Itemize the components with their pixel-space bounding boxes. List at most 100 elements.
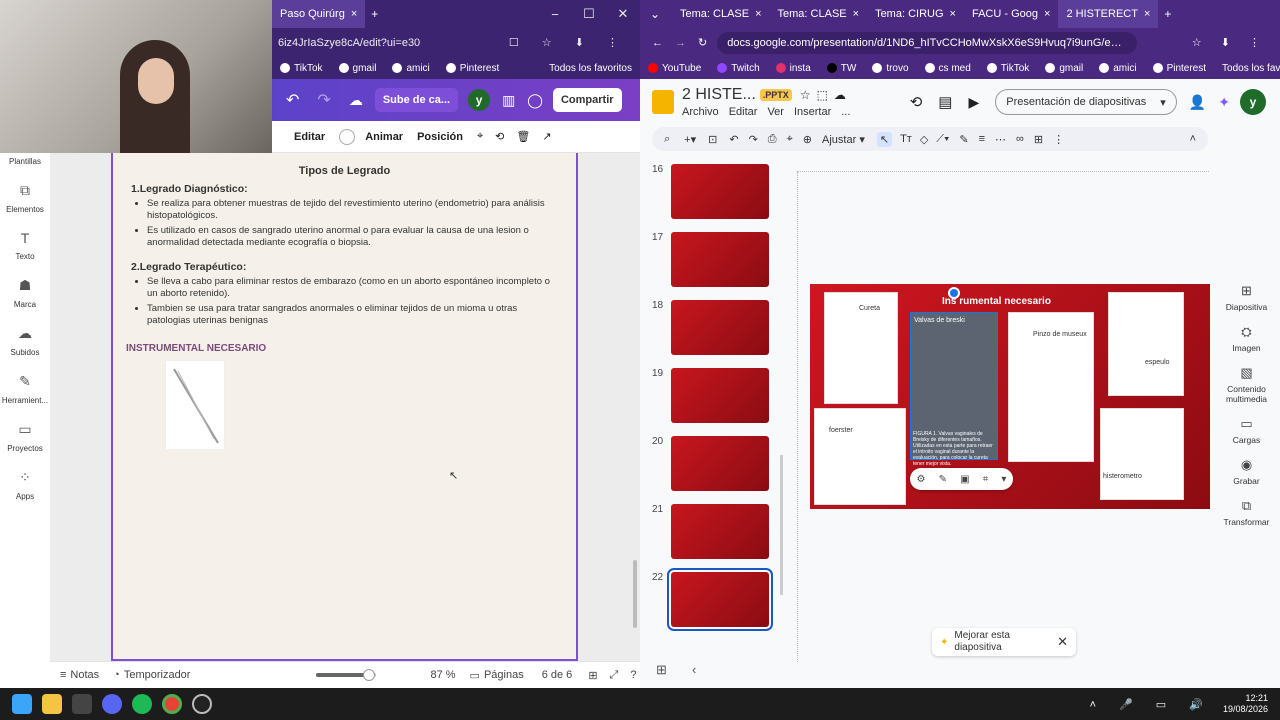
left-address-bar[interactable]: 6iz4JrIaSzye8cA/edit?ui=e30 ☐ ☆ ⬇ ⋮ bbox=[272, 28, 640, 57]
windows-start-icon[interactable] bbox=[12, 694, 32, 714]
bookmark-gmail[interactable]: gmail bbox=[1037, 63, 1091, 74]
edit-button[interactable]: Editar bbox=[294, 131, 325, 143]
timer-icon[interactable]: ◔ bbox=[113, 669, 120, 681]
panel-transform[interactable]: ⧉ Transformar bbox=[1213, 498, 1280, 527]
tab-paso-quirurgico[interactable]: Paso Quirúrg × bbox=[272, 0, 366, 28]
timer-button[interactable]: Temporizador bbox=[124, 669, 191, 681]
tab-clase-2[interactable]: Tema: CLASE × bbox=[770, 0, 868, 28]
bookmark-pinterest[interactable]: Pinterest bbox=[1145, 63, 1214, 74]
sidebar-item-uploads[interactable]: ☁ Subidos bbox=[0, 325, 50, 357]
all-bookmarks[interactable]: Todos los favoritos bbox=[541, 63, 640, 74]
gemini-icon[interactable]: ✦ bbox=[1218, 94, 1230, 111]
instrumental-heading[interactable]: INSTRUMENTAL NECESARIO bbox=[126, 343, 576, 354]
link-icon[interactable]: ∞ bbox=[1016, 133, 1024, 145]
panel-record[interactable]: ◉ Grabar bbox=[1213, 457, 1280, 486]
canvas-scrollbar[interactable] bbox=[633, 560, 637, 628]
upload-button[interactable]: Sube de ca... bbox=[374, 88, 459, 112]
new-tab-button[interactable]: + bbox=[1164, 7, 1171, 21]
bookmark-twitch[interactable]: Twitch bbox=[709, 63, 767, 74]
new-tab-button[interactable]: + bbox=[371, 7, 378, 21]
bookmark-youtube[interactable]: YouTube bbox=[640, 63, 709, 74]
close-icon[interactable]: × bbox=[1044, 8, 1050, 20]
share-button[interactable]: Compartir bbox=[552, 88, 622, 112]
address-actions-icon[interactable]: ☆ ⬇ ⋮ bbox=[1192, 36, 1268, 49]
share-out-icon[interactable]: ↗ bbox=[542, 130, 551, 143]
page-title[interactable]: Tipos de Legrado bbox=[113, 165, 576, 177]
file-explorer-icon[interactable] bbox=[42, 694, 62, 714]
print-icon[interactable]: ⎙ bbox=[768, 133, 777, 146]
text-box-icon[interactable]: Tт bbox=[900, 133, 912, 145]
system-tray-icon[interactable]: ˄ 🎤 ▭ 🔊 bbox=[1090, 698, 1213, 711]
zoom-value[interactable]: 87 % bbox=[430, 669, 455, 681]
undo-icon[interactable]: ↶ bbox=[729, 133, 738, 146]
bookmark-amici[interactable]: amici bbox=[384, 63, 437, 74]
list-item[interactable]: Se realiza para obtener muestras de teji… bbox=[147, 198, 556, 222]
sidebar-item-elements[interactable]: ⧉ Elementos bbox=[0, 182, 50, 214]
new-slide-icon[interactable]: ⊡ bbox=[708, 133, 717, 146]
bookmark-tw[interactable]: TW bbox=[819, 63, 865, 74]
avatar[interactable]: y bbox=[1240, 89, 1266, 115]
zoom-slider-knob[interactable] bbox=[362, 669, 375, 681]
store-icon[interactable] bbox=[72, 694, 92, 714]
animate-button[interactable]: Animar bbox=[365, 131, 403, 143]
sidebar-item-brand[interactable]: ☗ Marca bbox=[0, 277, 50, 309]
close-icon[interactable]: × bbox=[351, 8, 357, 20]
fit-dropdown[interactable]: Ajustar ▾ bbox=[822, 133, 865, 146]
collapse-filmstrip-icon[interactable]: ‹ bbox=[692, 662, 696, 677]
star-icon[interactable]: ☆ bbox=[800, 88, 811, 102]
collapse-toolbar-icon[interactable]: ˄ bbox=[1190, 133, 1196, 145]
chrome-icon[interactable] bbox=[162, 694, 182, 714]
close-icon[interactable]: × bbox=[755, 8, 761, 20]
slides-logo-icon[interactable] bbox=[652, 90, 674, 114]
slide-thumb-22[interactable] bbox=[667, 568, 773, 631]
crop-icon[interactable]: ⌗ bbox=[983, 474, 989, 485]
close-icon[interactable]: × bbox=[1144, 8, 1150, 20]
sidebar-item-tools[interactable]: ✎ Herramient... bbox=[0, 373, 50, 405]
more-icon[interactable]: ⋮ bbox=[1053, 133, 1064, 146]
improve-slide-tip[interactable]: ✦ Mejorar esta diapositiva ✕ bbox=[932, 628, 1076, 656]
design-page[interactable]: Tipos de Legrado 1.Legrado Diagnóstico: … bbox=[111, 153, 578, 661]
grid-view-icon[interactable]: ⊞ bbox=[656, 662, 667, 678]
list-item[interactable]: Se lleva a cabo para eliminar restos de … bbox=[147, 276, 556, 300]
slide-title[interactable]: Ins rumental necesario bbox=[942, 296, 1051, 307]
list-item[interactable]: Es utilizado en casos de sangrado uterin… bbox=[147, 225, 556, 249]
menu-file[interactable]: Archivo bbox=[682, 106, 719, 118]
sidebar-item-text[interactable]: T Texto bbox=[0, 230, 50, 261]
bookmark-trovo[interactable]: trovo bbox=[864, 63, 916, 74]
maximize-icon[interactable]: ☐ bbox=[572, 6, 606, 22]
slide-thumb-18[interactable] bbox=[671, 300, 769, 355]
reload-icon[interactable]: ↻ bbox=[698, 36, 707, 49]
bookmark-gmail[interactable]: gmail bbox=[331, 63, 385, 74]
bookmark-tiktok[interactable]: TikTok bbox=[272, 63, 331, 74]
all-bookmarks[interactable]: Todos los favoritos bbox=[1214, 63, 1280, 74]
menu-more[interactable]: ... bbox=[841, 106, 850, 118]
zoom-icon[interactable]: ⊕ bbox=[803, 133, 812, 146]
pages-icon[interactable]: ▭ bbox=[470, 669, 480, 682]
tab-cirugia[interactable]: Tema: CIRUG × bbox=[867, 0, 964, 28]
sidebar-item-projects[interactable]: ▭ Proyectos bbox=[0, 421, 50, 453]
bookmark-pinterest[interactable]: Pinterest bbox=[438, 63, 507, 74]
zoom-slider[interactable] bbox=[316, 669, 377, 681]
present-button[interactable]: Presentación de diapositivas ▾ bbox=[995, 89, 1177, 115]
redo-icon[interactable]: ↷ bbox=[749, 133, 758, 146]
panel-slide[interactable]: ⊞ Diapositiva bbox=[1213, 283, 1280, 312]
section-diagnostic[interactable]: 1.Legrado Diagnóstico: bbox=[131, 183, 576, 195]
edit-pencil-icon[interactable]: ✎ bbox=[939, 474, 947, 485]
image-curette[interactable]: Cureta bbox=[824, 292, 898, 404]
replace-image-icon[interactable]: ▣ bbox=[960, 474, 969, 485]
notes-icon[interactable]: ≡ bbox=[60, 669, 66, 681]
tab-clase-1[interactable]: Tema: CLASE × bbox=[672, 0, 770, 28]
list-item[interactable]: Tambien se usa para tratar sangrados ano… bbox=[147, 303, 556, 327]
chart-icon[interactable]: ▥ bbox=[502, 92, 515, 109]
line-icon[interactable]: ⟋▾ bbox=[936, 133, 949, 146]
redo-icon[interactable]: ↷ bbox=[317, 90, 330, 110]
slide-thumb-16[interactable] bbox=[671, 164, 769, 219]
spotify-icon[interactable] bbox=[132, 694, 152, 714]
move-icon[interactable]: ⬚ bbox=[817, 88, 828, 102]
slide-thumb-19[interactable] bbox=[671, 368, 769, 423]
image-speculum[interactable]: espeulo bbox=[1108, 292, 1184, 396]
slide-thumb-17[interactable] bbox=[671, 232, 769, 287]
chevron-down-icon[interactable]: ▾ bbox=[1160, 96, 1166, 109]
bookmark-tiktok[interactable]: TikTok bbox=[979, 63, 1038, 74]
menu-insert[interactable]: Insertar bbox=[794, 106, 831, 118]
